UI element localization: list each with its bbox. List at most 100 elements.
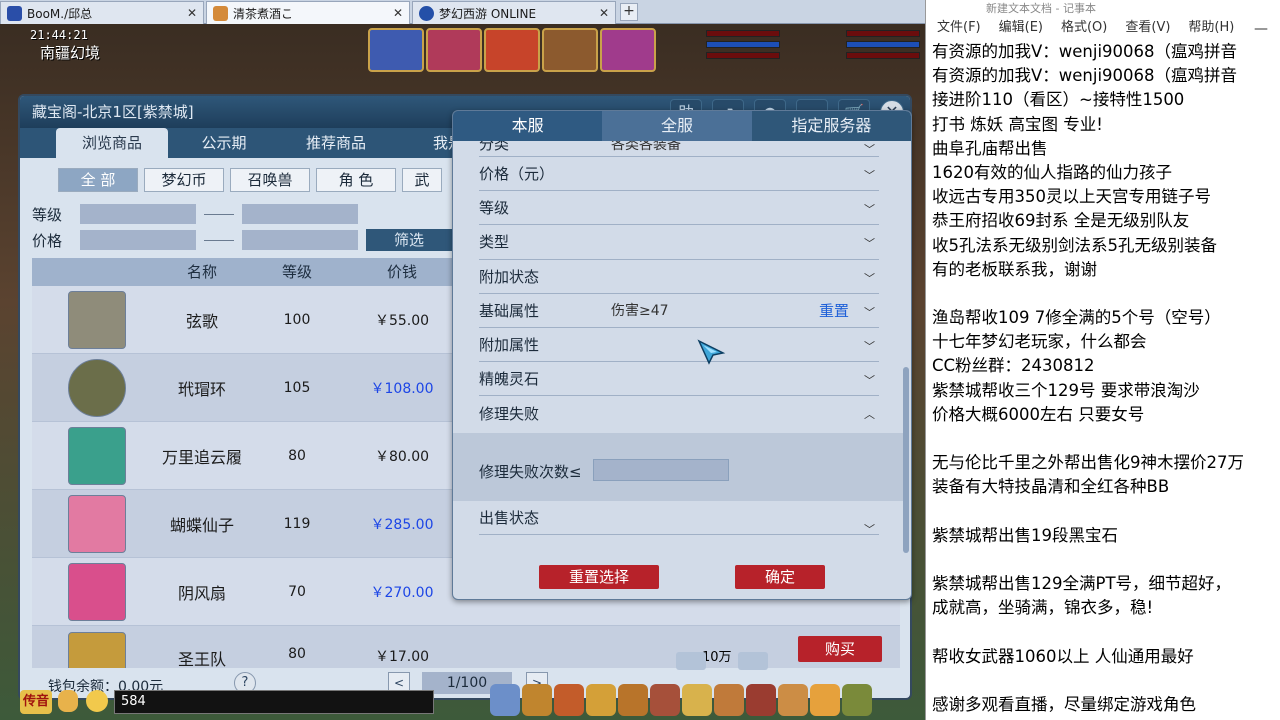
item-name: 圣王队 [177,650,226,668]
filter-row-level[interactable]: 等级 ﹀ [479,191,879,226]
chat-input[interactable]: 584 [114,690,434,714]
item-icon-cell [32,494,162,553]
tab-publicity[interactable]: 公示期 [168,128,280,158]
tab-recommended[interactable]: 推荐商品 [280,128,392,158]
category-buttons: 全 部 梦幻币 召唤兽 角 色 武 [58,168,442,192]
table-row[interactable]: 圣王队 80 ￥17.00 10万 [32,626,900,668]
filter-row-category[interactable]: 分类 各类各装备 ﹀ [479,141,879,157]
team-portrait[interactable] [368,28,424,72]
pet-icon[interactable] [650,684,680,716]
menu-format[interactable]: 格式(O) [1061,15,1107,40]
filter-row-base-attribute[interactable]: 基础属性 伤害≥47 重置 ﹀ [479,294,879,328]
team-portrait[interactable] [426,28,482,72]
game-hud: 传音 584 [0,680,925,720]
microphone-icon[interactable] [58,690,78,712]
filter-row-type[interactable]: 类型 ﹀ [479,225,879,260]
gang-icon[interactable] [714,684,744,716]
text-line: 打书 炼妖 高宝图 专业! [932,114,1103,134]
quest-icon[interactable] [682,684,712,716]
notepad-text-area[interactable]: 有资源的加我V：wenji90068（瘟鸡拼音 有资源的加我V：wenji9006… [926,40,1280,717]
channel-button[interactable]: 传音 [20,690,52,714]
level-min-input[interactable] [80,204,196,224]
attack-icon[interactable] [490,684,520,716]
text-line [932,621,1280,645]
filter-label: 出售状态 [479,509,540,527]
activity-icon[interactable] [810,684,840,716]
filter-row-sale-status[interactable]: 出售状态 ﹀ [479,501,879,536]
filter-label: 修理失败 [479,404,540,423]
menu-help[interactable]: 帮助(H) [1188,15,1234,40]
team-portrait[interactable] [542,28,598,72]
tab-close-icon[interactable]: ✕ [393,6,403,20]
shop-title: 藏宝阁-北京1区[紫禁城] [32,103,194,121]
tab-close-icon[interactable]: ✕ [599,6,609,20]
tab-close-icon[interactable]: ✕ [187,6,197,20]
browser-tab-3[interactable]: 梦幻西游 ONLINE ✕ [412,1,616,24]
level-max-input[interactable] [242,204,358,224]
buy-button[interactable]: 购买 [798,636,882,662]
item-price: ￥55.00 [374,312,430,329]
category-pets[interactable]: 召唤兽 [230,168,310,192]
chevron-down-icon: ﹀ [864,339,875,353]
filter-row-repair-fail[interactable]: 修理失败 ︿ [479,396,879,430]
team-icon[interactable] [618,684,648,716]
menu-file[interactable]: 文件(F) [937,15,981,40]
filter-button[interactable]: 筛选 [366,229,452,251]
menu-view[interactable]: 查看(V) [1125,15,1170,40]
member-status-bars [706,30,780,63]
minimize-icon[interactable]: — [1254,17,1268,42]
confirm-button[interactable]: 确定 [735,565,825,589]
item-icon-cell [32,290,162,349]
filter-row-price[interactable]: 价格（元） ﹀ [479,157,879,192]
chevron-down-icon: ﹀ [864,237,875,251]
text-line: 恭王府招收69封系 全是无级别队友 [932,211,1190,231]
item-name: 阴风扇 [177,583,226,603]
filter-row-extra-attribute[interactable]: 附加属性 ﹀ [479,328,879,363]
category-weapons[interactable]: 武 [402,168,442,192]
notepad-menu-bar: 文件(F) 编辑(E) 格式(O) 查看(V) 帮助(H) — [926,15,1280,40]
text-line: 接进阶110（看区）~接特性1500 [932,90,1185,110]
team-portrait[interactable] [484,28,540,72]
tab-specific-server[interactable]: 指定服务器 [752,111,911,141]
notepad-window: 新建文本文档 - 记事本 文件(F) 编辑(E) 格式(O) 查看(V) 帮助(… [925,0,1280,720]
range-dash [204,214,234,215]
category-characters[interactable]: 角 色 [316,168,396,192]
browser-tab-2[interactable]: 清茶煮酒こ ✕ [206,1,410,24]
filter-row-extra-status[interactable]: 附加状态 ﹀ [479,260,879,294]
tab-this-server[interactable]: 本服 [453,111,603,141]
ring-icon [68,358,126,417]
filter-row-spirit-stone[interactable]: 精魄灵石 ﹀ [479,362,879,397]
header-level[interactable]: 等级 [242,258,352,286]
reset-link[interactable]: 重置 [819,300,849,321]
category-coins[interactable]: 梦幻币 [144,168,224,192]
menu-edit[interactable]: 编辑(E) [999,15,1043,40]
price-max-input[interactable] [242,230,358,250]
emoji-icon[interactable] [86,690,108,712]
header-name[interactable]: 名称 [162,258,242,286]
trade-icon[interactable] [586,684,616,716]
price-min-input[interactable] [80,230,196,250]
browser-tab-1[interactable]: BooM./邱总 ✕ [0,1,204,24]
new-tab-button[interactable]: + [620,3,638,21]
text-line: 收远古专用350灵以上天宫专用链子号 [932,187,1211,207]
header-price[interactable]: 价钱 [352,258,452,286]
filter-label: 等级 [479,199,510,218]
give-icon[interactable] [554,684,584,716]
system-icon[interactable] [842,684,872,716]
tab-all-servers[interactable]: 全服 [602,111,752,141]
popup-scrollbar[interactable] [903,367,909,553]
item-price: ￥285.00 [370,516,434,533]
repair-fail-count-input[interactable] [593,459,729,481]
team-portrait[interactable] [600,28,656,72]
chevron-down-icon: ﹀ [864,523,875,536]
repair-fail-count-label: 修理失败次数≤ [479,463,582,481]
skill-icon[interactable] [746,684,776,716]
text-line: 1620有效的仙人指路的仙力孩子 [932,162,1172,182]
browser-tab-bar: BooM./邱总 ✕ 清茶煮酒こ ✕ 梦幻西游 ONLINE ✕ + [0,0,925,24]
advanced-filter-popup: 本服 全服 指定服务器 分类 各类各装备 ﹀ 价格（元） ﹀ 等级 ﹀ 类型 ﹀… [452,110,912,600]
tab-browse[interactable]: 浏览商品 [56,128,168,158]
category-all[interactable]: 全 部 [58,168,138,192]
reset-selection-button[interactable]: 重置选择 [539,565,659,589]
friend-icon[interactable] [778,684,808,716]
item-icon[interactable] [522,684,552,716]
